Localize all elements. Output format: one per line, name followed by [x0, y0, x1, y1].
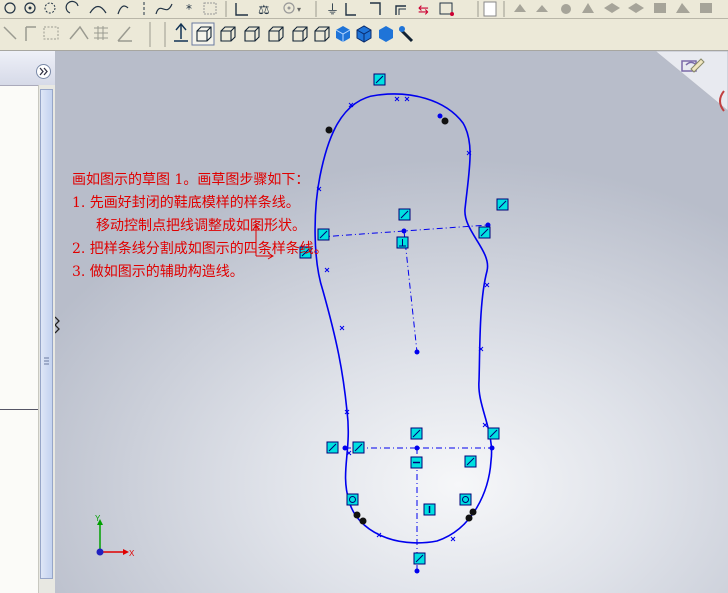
draft-quality-icon[interactable] — [268, 26, 284, 42]
perimeter-circle-icon[interactable] — [24, 2, 36, 14]
scrollbar-thumb[interactable] — [40, 89, 53, 579]
feature-manager-panel — [0, 51, 55, 593]
sole-spline[interactable] — [314, 93, 493, 544]
split-points[interactable] — [325, 117, 477, 525]
fillet-icon[interactable] — [345, 3, 356, 16]
shadow-icon[interactable] — [379, 26, 393, 42]
tangent-relation-icon — [326, 441, 339, 454]
panel-scrollbar[interactable] — [38, 85, 55, 593]
text-tool-icon[interactable] — [203, 2, 217, 15]
instruction-line: 移动控制点把线调整成如图形状。 — [96, 218, 306, 234]
tangent-relation-icon — [478, 226, 491, 239]
convert-entities-icon[interactable] — [439, 2, 454, 16]
svg-text:⇆: ⇆ — [418, 3, 429, 18]
wireframe-icon[interactable] — [191, 22, 215, 46]
shaded-icon[interactable] — [335, 26, 351, 42]
cut-revolve-icon[interactable] — [628, 3, 644, 13]
view-dropdown-icon[interactable] — [483, 1, 497, 17]
angle-icon[interactable] — [117, 26, 132, 42]
target-icon[interactable]: ▾ — [283, 2, 301, 14]
svg-text:⏚: ⏚ — [326, 3, 339, 18]
instruction-line: 3. 做如图示的辅助构造线。 — [72, 264, 244, 280]
panel-header — [0, 51, 55, 86]
coordinate-triad: Y X — [95, 514, 135, 558]
center-rect-icon[interactable] — [43, 26, 59, 40]
draft-icon[interactable] — [700, 3, 712, 13]
loft-icon[interactable] — [582, 3, 594, 13]
panel-divider — [0, 409, 38, 410]
coincident-relation-icon — [346, 493, 359, 506]
tangent-relation-icon — [352, 441, 365, 454]
perpendicular-relation-icon — [396, 236, 409, 249]
sketch-tools: * ⚖ ▾ ⏚ ⇆ — [4, 0, 712, 18]
shaded-edges-icon[interactable] — [292, 26, 308, 42]
instruction-line: 1. 先画好封闭的鞋底模样的样条线。 — [72, 195, 300, 211]
mirror-icon[interactable]: ⏚ — [326, 3, 339, 18]
center-arc-icon[interactable] — [44, 2, 56, 14]
offset-icon[interactable] — [395, 5, 406, 15]
chamfer-icon[interactable] — [370, 2, 381, 15]
point-tool-icon[interactable]: * — [186, 2, 192, 16]
splitter-arrows-icon[interactable] — [55, 316, 60, 334]
appearance-icon[interactable] — [398, 26, 414, 43]
grid-icon[interactable] — [94, 26, 108, 40]
instruction-text: 画如图示的草图 1。画草图步骤如下： 1. 先画好封闭的鞋底模样的样条线。 移动… — [72, 169, 328, 284]
grip-icon — [44, 357, 49, 365]
three-point-arc-icon[interactable] — [89, 5, 107, 14]
tangent-relation-icon — [496, 198, 509, 211]
circle-tool-icon[interactable] — [4, 2, 16, 14]
sweep-icon[interactable] — [561, 4, 571, 14]
hidden-lines-removed-icon[interactable] — [244, 26, 260, 42]
confirmation-corner[interactable] — [654, 51, 728, 112]
sketch-canvas[interactable]: Y X — [55, 51, 728, 593]
trim-icon[interactable]: ⇆ — [418, 3, 429, 18]
svg-text:⚖: ⚖ — [258, 3, 270, 18]
cut-extrude-icon[interactable] — [604, 3, 620, 13]
instruction-line: 画如图示的草图 1。画草图步骤如下： — [72, 172, 310, 188]
tangent-relation-icon — [487, 427, 500, 440]
shell-icon[interactable] — [654, 3, 666, 13]
dimension-tool-icon[interactable] — [235, 3, 248, 16]
instruction-line: 2. 把样条线分割成如图示的四条样条线。 — [72, 241, 328, 257]
horizontal-relation-icon — [410, 456, 423, 469]
perspective-icon[interactable] — [314, 26, 330, 42]
vertical-relation-icon — [423, 503, 436, 516]
y-axis-label: Y — [95, 514, 101, 523]
ellipse-arc-icon[interactable] — [117, 5, 129, 15]
svg-text:▾: ▾ — [297, 5, 301, 14]
tangent-relation-icon — [464, 455, 477, 468]
shaded-with-edges-icon[interactable] — [356, 25, 372, 43]
graphics-area[interactable]: Y X 画如图示的草图 1。画草图步骤如下： 1. 先画好封闭的鞋底模样的样条线… — [55, 51, 728, 593]
tangent-relation-icon — [410, 427, 423, 440]
sketch-toolbar: * ⚖ ▾ ⏚ ⇆ — [0, 0, 728, 19]
svg-text:*: * — [186, 2, 192, 16]
add-relation-icon[interactable]: ⚖ — [258, 3, 270, 18]
collapse-button[interactable] — [36, 64, 51, 79]
x-axis-label: X — [129, 549, 135, 558]
hidden-lines-visible-icon[interactable] — [220, 26, 236, 42]
rib-icon[interactable] — [676, 3, 690, 13]
tangent-relation-icon — [398, 208, 411, 221]
view-toolbar — [0, 19, 728, 51]
tangent-relation-icon — [413, 552, 426, 565]
double-chevron-right-icon — [39, 67, 48, 76]
line-tool-icon[interactable] — [3, 26, 17, 40]
coincident-relation-icon — [459, 493, 472, 506]
revolve-icon[interactable] — [536, 5, 548, 12]
boss-extrude-icon[interactable] — [514, 4, 526, 12]
view-tools — [3, 22, 414, 47]
corner-rect-icon[interactable] — [25, 26, 36, 41]
spline-points — [316, 96, 490, 542]
slot-icon[interactable] — [69, 25, 89, 40]
normal-to-icon[interactable] — [174, 22, 188, 42]
tangent-arc-icon[interactable] — [65, 0, 79, 14]
spline-tool-icon[interactable] — [155, 3, 173, 15]
tangent-relation-icon — [373, 73, 386, 86]
